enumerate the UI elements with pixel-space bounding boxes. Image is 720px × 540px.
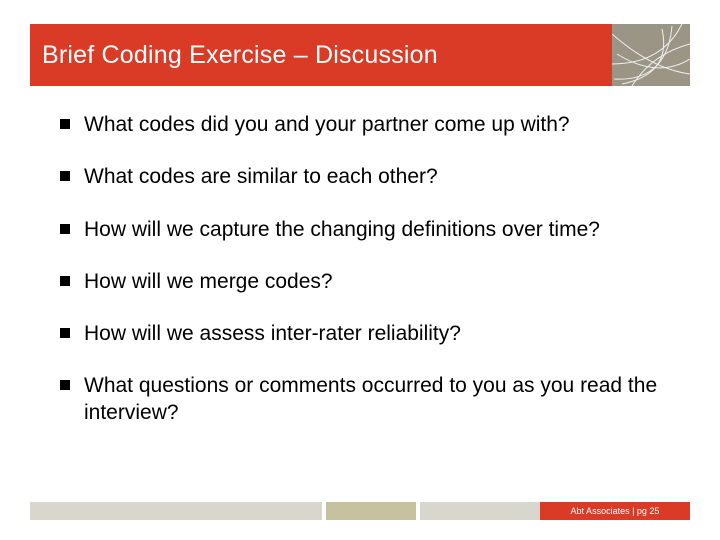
list-item: What questions or comments occurred to y… [60, 373, 660, 426]
bullet-icon [60, 119, 70, 129]
list-item: How will we capture the changing definit… [60, 217, 660, 243]
list-item: What codes are similar to each other? [60, 164, 660, 190]
header: Brief Coding Exercise – Discussion [30, 24, 690, 86]
footer-bar [30, 502, 322, 520]
footer-text: Abt Associates | pg 25 [571, 506, 660, 516]
bullet-icon [60, 171, 70, 181]
bullet-icon [60, 224, 70, 234]
footer-bar [326, 502, 416, 520]
bullet-text: How will we merge codes? [84, 269, 333, 295]
bullet-icon [60, 380, 70, 390]
logo-icon [612, 24, 690, 86]
title-bar: Brief Coding Exercise – Discussion [30, 24, 612, 86]
bullet-list: What codes did you and your partner come… [60, 112, 660, 452]
bullet-text: What codes are similar to each other? [84, 164, 438, 190]
bullet-icon [60, 276, 70, 286]
footer-bar [420, 502, 540, 520]
bullet-text: How will we assess inter-rater reliabili… [84, 321, 461, 347]
bullet-icon [60, 328, 70, 338]
bullet-text: What codes did you and your partner come… [84, 112, 570, 138]
list-item: How will we merge codes? [60, 269, 660, 295]
list-item: What codes did you and your partner come… [60, 112, 660, 138]
list-item: How will we assess inter-rater reliabili… [60, 321, 660, 347]
bullet-text: How will we capture the changing definit… [84, 217, 600, 243]
bullet-text: What questions or comments occurred to y… [84, 373, 660, 426]
slide-title: Brief Coding Exercise – Discussion [42, 41, 438, 70]
slide: Brief Coding Exercise – Discussion What … [0, 0, 720, 540]
footer: Abt Associates | pg 25 [30, 502, 690, 520]
footer-page-bar: Abt Associates | pg 25 [540, 502, 690, 520]
